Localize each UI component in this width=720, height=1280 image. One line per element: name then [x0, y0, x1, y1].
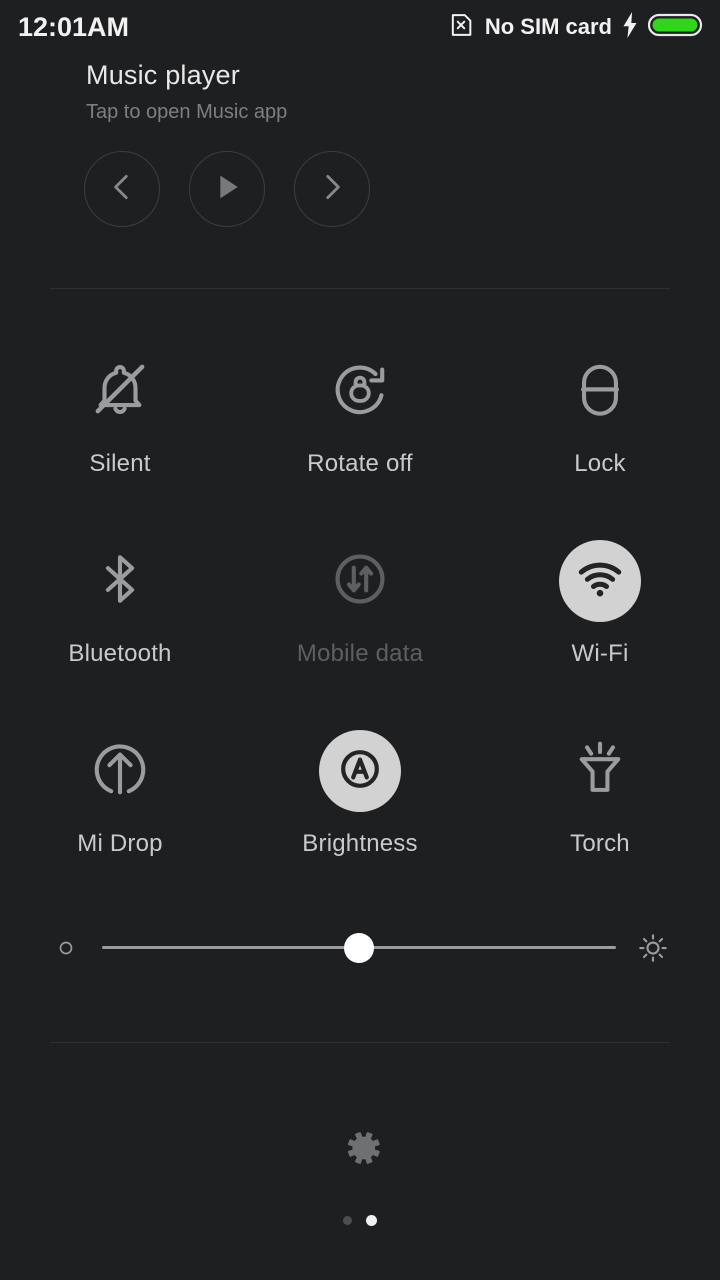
tile-label-lock: Lock	[574, 450, 626, 478]
bluetooth-icon-wrap	[79, 540, 161, 622]
music-player-controls	[0, 124, 720, 227]
next-track-button[interactable]	[294, 151, 370, 227]
flashlight-icon-wrap	[559, 730, 641, 812]
auto-brightness-icon	[336, 745, 384, 798]
status-clock: 12:01AM	[18, 12, 129, 43]
quick-settings-panel: 12:01AM No SIM card	[0, 0, 720, 1280]
tile-label-mobile-data: Mobile data	[297, 640, 423, 668]
tile-label-mi-drop: Mi Drop	[77, 830, 162, 858]
sim-status-label: No SIM card	[485, 14, 612, 40]
flashlight-icon	[571, 739, 629, 804]
tile-rotate-off[interactable]: Rotate off	[240, 350, 480, 480]
tile-label-bluetooth: Bluetooth	[68, 640, 171, 668]
page-indicator	[0, 1215, 720, 1226]
auto-brightness-icon-wrap	[319, 730, 401, 812]
tile-lock[interactable]: Lock	[480, 350, 720, 480]
rotation-lock-icon	[329, 358, 391, 425]
tile-torch[interactable]: Torch	[480, 730, 720, 860]
chevron-left-icon	[105, 170, 139, 209]
brightness-slider[interactable]	[0, 920, 720, 975]
page-dot-2[interactable]	[366, 1215, 377, 1226]
bell-off-icon-wrap	[79, 350, 161, 432]
wifi-icon	[577, 556, 623, 607]
chevron-right-icon	[315, 170, 349, 209]
tile-label-silent: Silent	[89, 450, 150, 478]
mobile-data-icon-wrap	[319, 540, 401, 622]
tile-brightness[interactable]: Brightness	[240, 730, 480, 860]
music-player-panel[interactable]: Music player Tap to open Music app	[0, 60, 720, 227]
status-bar-right-group: No SIM card	[447, 11, 704, 44]
bell-off-icon	[89, 358, 151, 425]
tile-row-3: Mi Drop Brightness	[0, 730, 720, 860]
tile-row-2: Bluetooth Mobile data	[0, 540, 720, 670]
lightning-bolt-icon	[622, 12, 638, 43]
brightness-slider-thumb[interactable]	[344, 933, 374, 963]
tile-bluetooth[interactable]: Bluetooth	[0, 540, 240, 670]
page-dot-1[interactable]	[343, 1216, 352, 1225]
mi-drop-icon	[89, 738, 151, 805]
tile-label-rotate-off: Rotate off	[307, 450, 413, 478]
status-bar: 12:01AM No SIM card	[0, 0, 720, 54]
padlock-icon	[571, 360, 629, 423]
divider-top	[50, 288, 670, 289]
music-player-title: Music player	[0, 60, 720, 91]
mi-drop-icon-wrap	[79, 730, 161, 812]
brightness-high-icon	[638, 933, 668, 963]
brightness-low-icon	[52, 937, 80, 959]
mobile-data-icon	[329, 548, 391, 615]
tile-mobile-data[interactable]: Mobile data	[240, 540, 480, 670]
music-player-subtitle: Tap to open Music app	[0, 91, 720, 124]
tile-label-torch: Torch	[570, 830, 630, 858]
play-button[interactable]	[189, 151, 265, 227]
bluetooth-icon	[91, 550, 149, 613]
tile-row-1: Silent Rotate off	[0, 350, 720, 480]
tile-label-brightness: Brightness	[302, 830, 417, 858]
tile-label-wifi: Wi-Fi	[572, 640, 629, 668]
tile-mi-drop[interactable]: Mi Drop	[0, 730, 240, 860]
tile-wifi[interactable]: Wi-Fi	[480, 540, 720, 670]
rotation-lock-icon-wrap	[319, 350, 401, 432]
brightness-slider-track-wrap[interactable]	[102, 928, 616, 968]
padlock-icon-wrap	[559, 350, 641, 432]
gear-icon	[336, 1124, 384, 1177]
tile-silent[interactable]: Silent	[0, 350, 240, 480]
divider-bottom	[50, 1042, 670, 1043]
previous-track-button[interactable]	[84, 151, 160, 227]
play-icon	[211, 171, 243, 208]
battery-full-icon	[648, 12, 704, 43]
settings-button[interactable]	[0, 1124, 720, 1177]
wifi-icon-wrap	[559, 540, 641, 622]
sim-card-missing-icon	[447, 11, 475, 44]
